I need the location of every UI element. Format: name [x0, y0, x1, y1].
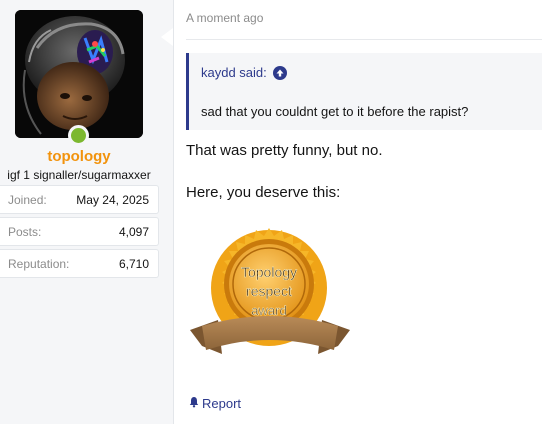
stat-posts: Posts: 4,097	[0, 217, 159, 246]
quote-block: kaydd said: sad that you couldnt get to …	[186, 53, 542, 130]
quote-header[interactable]: kaydd said:	[201, 65, 287, 80]
arrow-up-circle-icon[interactable]	[272, 65, 287, 80]
stat-value: 6,710	[118, 257, 149, 271]
bell-icon	[188, 396, 200, 411]
stat-value: May 24, 2025	[76, 193, 149, 207]
quote-author[interactable]: kaydd said:	[201, 65, 267, 80]
award-line-3: award	[251, 303, 286, 318]
stat-value: 4,097	[118, 225, 149, 239]
stat-label: Reputation:	[8, 257, 70, 271]
award-line-1: Topology	[241, 264, 297, 280]
user-title: igf 1 signaller/sugarmaxxer	[7, 168, 151, 182]
stat-reputation: Reputation: 6,710	[0, 249, 159, 278]
report-label: Report	[202, 396, 242, 411]
message-pointer	[161, 28, 173, 46]
quote-text: sad that you couldnt get to it before th…	[201, 104, 469, 119]
online-status-indicator	[68, 125, 89, 146]
post-paragraph: Here, you deserve this:	[186, 184, 341, 201]
post-paragraph: That was pretty funny, but no.	[186, 142, 383, 159]
report-link[interactable]: Report	[188, 396, 241, 411]
post-timestamp[interactable]: A moment ago	[186, 11, 263, 25]
stat-label: Joined:	[8, 193, 47, 207]
username[interactable]: topology	[0, 148, 158, 165]
user-sidebar: topology igf 1 signaller/sugarmaxxer Joi…	[0, 0, 174, 424]
avatar[interactable]	[15, 10, 143, 138]
stat-joined: Joined: May 24, 2025	[0, 185, 159, 214]
award-line-2: respect	[246, 283, 292, 299]
header-divider	[186, 39, 542, 40]
award-badge-image: Topology respect award	[188, 226, 352, 362]
stat-label: Posts:	[8, 225, 42, 239]
